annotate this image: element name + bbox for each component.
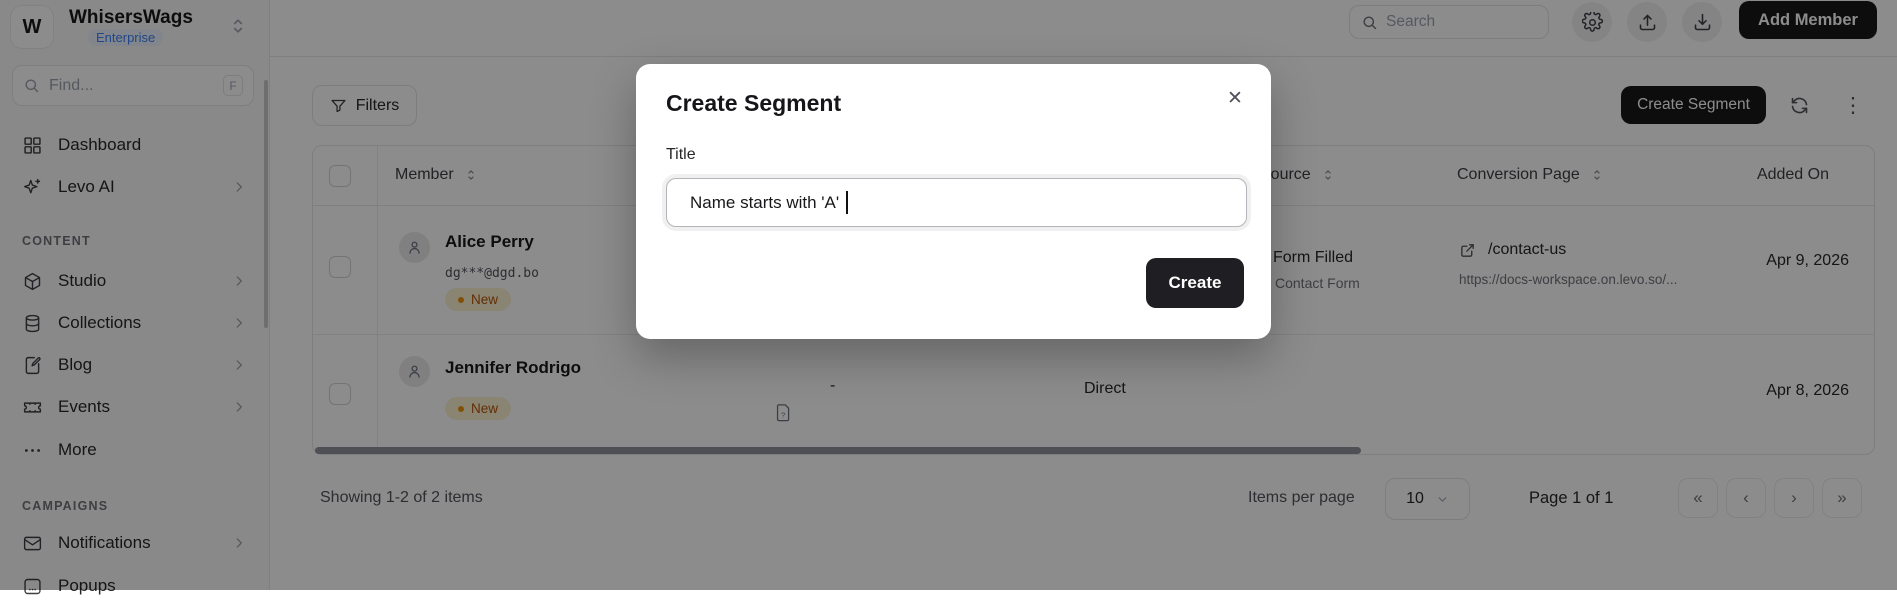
app-window: W WhisersWags Enterprise F Dashboard Lev… [0, 0, 1897, 590]
create-segment-modal: Create Segment ✕ Title Create [636, 64, 1271, 339]
title-field-label: Title [666, 146, 696, 164]
close-icon[interactable]: ✕ [1221, 84, 1249, 112]
create-button[interactable]: Create [1146, 258, 1244, 308]
modal-title: Create Segment [666, 90, 841, 117]
title-input[interactable] [666, 178, 1247, 227]
text-cursor [846, 191, 848, 214]
title-field [666, 178, 1247, 227]
